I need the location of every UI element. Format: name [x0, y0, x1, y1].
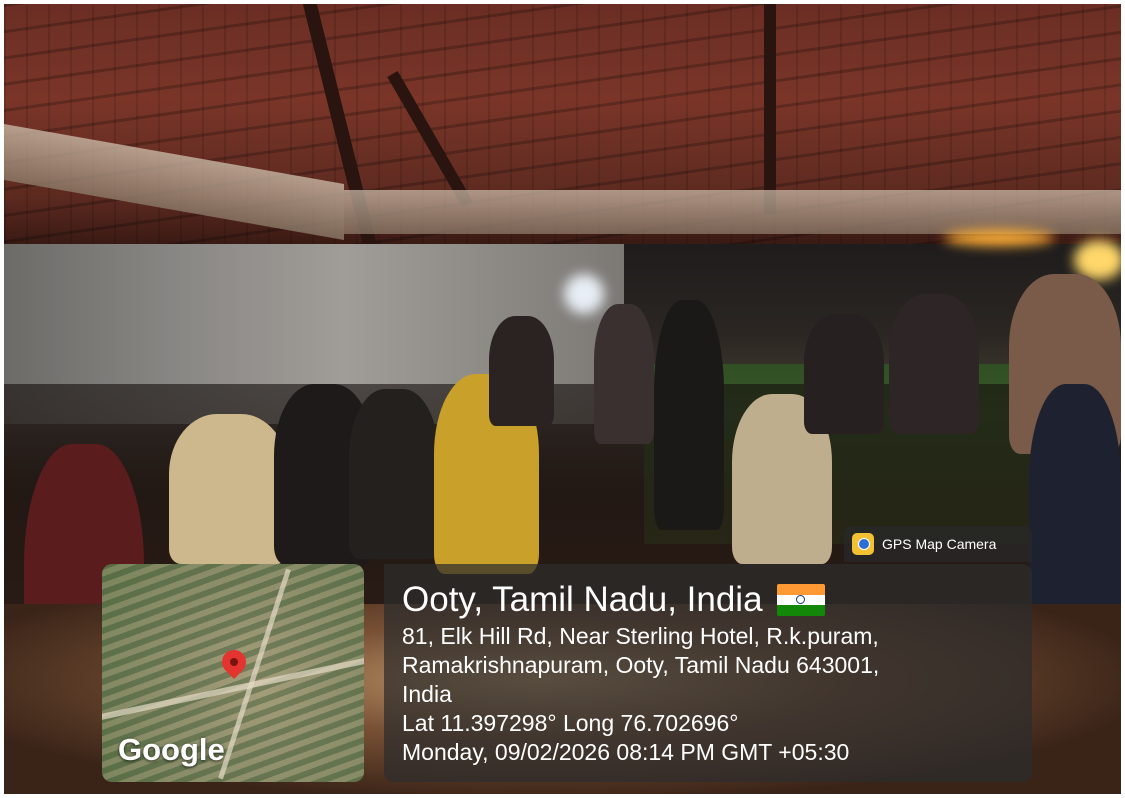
location-info-panel: Ooty, Tamil Nadu, India 81, Elk Hill Rd,…: [384, 564, 1032, 782]
person: [1029, 384, 1121, 624]
roof-railing: [344, 190, 1121, 234]
person: [169, 414, 289, 564]
address-line-2: Ramakrishnapuram, Ooty, Tamil Nadu 64300…: [402, 652, 880, 678]
address-line-3: India: [402, 681, 452, 707]
person: [804, 314, 884, 434]
person: [489, 316, 554, 426]
person: [889, 294, 979, 434]
person: [594, 304, 654, 444]
india-flag-icon: [776, 584, 825, 616]
location-title-text: Ooty, Tamil Nadu, India: [402, 580, 763, 619]
map-thumbnail: Google: [102, 564, 364, 782]
date-time: Monday, 09/02/2026 08:14 PM GMT +05:30: [402, 739, 850, 765]
location-title: Ooty, Tamil Nadu, India: [402, 578, 1014, 622]
person: [654, 300, 724, 530]
coordinates: Lat 11.397298° Long 76.702696°: [402, 710, 739, 736]
gps-map-camera-badge: GPS Map Camera: [844, 526, 1032, 562]
google-logo: Google: [118, 732, 225, 767]
roof-beam: [764, 4, 776, 214]
distant-light: [944, 230, 1054, 246]
distant-light: [564, 274, 604, 314]
location-pin-icon: [217, 645, 251, 679]
gps-map-camera-icon: [852, 533, 874, 555]
person: [349, 389, 439, 559]
address-line-1: 81, Elk Hill Rd, Near Sterling Hotel, R.…: [402, 623, 879, 649]
app-name-label: GPS Map Camera: [882, 536, 997, 552]
